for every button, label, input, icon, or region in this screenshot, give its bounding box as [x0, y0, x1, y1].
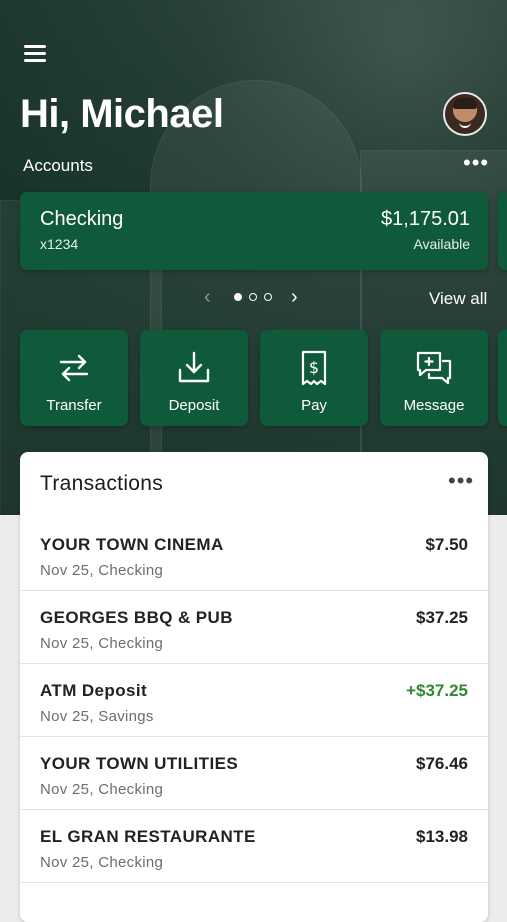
profile-avatar[interactable] [443, 92, 487, 136]
transaction-row[interactable]: ATM Deposit Nov 25, Savings +$37.25 [20, 663, 488, 737]
transaction-amount: +$37.25 [406, 681, 468, 700]
accounts-label: Accounts [23, 156, 93, 175]
transaction-meta: Nov 25, Checking [40, 635, 164, 652]
transaction-name: YOUR TOWN CINEMA [40, 535, 224, 554]
account-number: x1234 [40, 236, 79, 252]
pager-dot[interactable] [264, 293, 272, 301]
account-card-next[interactable] [498, 192, 507, 270]
transfer-icon [59, 354, 89, 382]
deposit-button[interactable]: Deposit [140, 330, 248, 426]
hamburger-menu-icon[interactable] [24, 45, 46, 63]
message-button[interactable]: Message [380, 330, 488, 426]
bill-pay-icon: $ [301, 350, 327, 386]
transaction-amount: $76.46 [416, 754, 468, 773]
pay-label: Pay [301, 397, 327, 414]
deposit-label: Deposit [168, 397, 220, 414]
transactions-title: Transactions [40, 472, 164, 495]
pager-dot[interactable] [249, 293, 257, 301]
transaction-meta: Nov 25, Checking [40, 562, 164, 579]
account-card-checking[interactable]: Checking x1234 $1,175.01 Available [20, 192, 488, 270]
transactions-panel: Transactions ••• YOUR TOWN CINEMA Nov 25… [20, 452, 488, 922]
greeting-title: Hi, Michael [20, 92, 224, 136]
account-pager: ‹ › [200, 286, 310, 308]
account-name: Checking [40, 208, 124, 230]
transaction-row[interactable]: YOUR TOWN UTILITIES Nov 25, Checking $76… [20, 736, 488, 810]
transaction-name: ATM Deposit [40, 681, 148, 700]
accounts-more-icon[interactable]: ••• [463, 152, 489, 174]
transaction-name: EL GRAN RESTAURANTE [40, 827, 256, 846]
pager-dot[interactable] [234, 293, 242, 301]
action-button-next[interactable] [498, 330, 507, 426]
transfer-button[interactable]: Transfer [20, 330, 128, 426]
transaction-row[interactable]: GEORGES BBQ & PUB Nov 25, Checking $37.2… [20, 590, 488, 664]
transaction-meta: Nov 25, Savings [40, 708, 154, 725]
transfer-label: Transfer [46, 397, 102, 414]
transaction-amount: $7.50 [425, 535, 468, 554]
pay-button[interactable]: $ Pay [260, 330, 368, 426]
transaction-meta: Nov 25, Checking [40, 854, 164, 871]
transaction-name: GEORGES BBQ & PUB [40, 608, 233, 627]
chevron-right-icon[interactable]: › [291, 286, 298, 308]
chevron-left-icon[interactable]: ‹ [204, 286, 211, 308]
transaction-row[interactable]: YOUR TOWN CINEMA Nov 25, Checking $7.50 [20, 517, 488, 591]
svg-text:$: $ [309, 358, 319, 377]
deposit-icon [178, 351, 210, 383]
transaction-name: YOUR TOWN UTILITIES [40, 754, 239, 773]
transaction-amount: $13.98 [416, 827, 468, 846]
transaction-amount: $37.25 [416, 608, 468, 627]
message-label: Message [403, 397, 465, 414]
account-balance: $1,175.01 [381, 208, 470, 230]
transaction-meta: Nov 25, Checking [40, 781, 164, 798]
view-all-link[interactable]: View all [429, 289, 487, 309]
transaction-row[interactable]: EL GRAN RESTAURANTE Nov 25, Checking $13… [20, 809, 488, 883]
account-balance-label: Available [413, 236, 470, 252]
transactions-more-icon[interactable]: ••• [448, 470, 474, 492]
message-icon [416, 351, 452, 385]
